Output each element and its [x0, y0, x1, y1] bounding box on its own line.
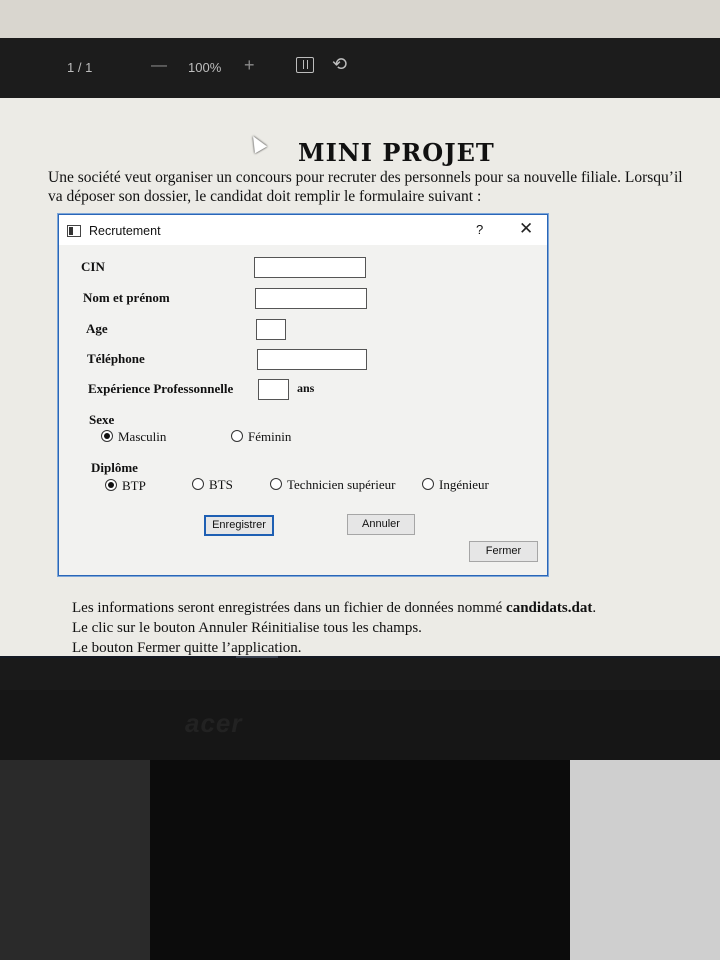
cin-label: CIN	[81, 259, 105, 274]
radio-bts[interactable]: BTS	[192, 477, 233, 493]
monitor-stand	[150, 760, 570, 960]
radio-btp[interactable]: BTP	[105, 478, 146, 494]
dialog-title: Recrutement	[89, 224, 161, 238]
age-label: Age	[86, 321, 108, 336]
radio-unselected-icon	[192, 478, 204, 490]
radio-technicien-label: Technicien supérieur	[287, 477, 396, 492]
active-app-highlight	[236, 656, 278, 658]
experience-field[interactable]	[258, 379, 289, 400]
outro-line-1-suffix: .	[592, 600, 597, 616]
rotate-icon[interactable]: ⟲	[332, 54, 347, 75]
radio-feminin-label: Féminin	[248, 429, 292, 444]
help-button[interactable]: ?	[476, 222, 483, 237]
windows-taskbar: Th ︿ ◁)	[0, 656, 720, 658]
radio-bts-label: BTS	[209, 477, 233, 492]
monitor-screen: 1 / 1 — 100% + ⟲ MINI PROJET Une société…	[0, 38, 720, 658]
mouse-pointer-icon	[246, 132, 268, 154]
background-wall	[0, 0, 720, 40]
radio-ingenieur[interactable]: Ingénieur	[422, 477, 489, 493]
document-outro: Les informations seront enregistrées dan…	[72, 598, 692, 658]
zoom-out-button[interactable]: —	[151, 57, 167, 75]
radio-unselected-icon	[231, 430, 243, 442]
radio-unselected-icon	[422, 478, 434, 490]
radio-selected-icon	[105, 479, 117, 491]
zoom-in-button[interactable]: +	[244, 55, 255, 76]
radio-ingenieur-label: Ingénieur	[439, 477, 489, 492]
diplome-label: Diplôme	[91, 460, 138, 475]
radio-btp-label: BTP	[122, 478, 146, 493]
sexe-label: Sexe	[89, 412, 115, 427]
fermer-button[interactable]: Fermer	[469, 541, 538, 562]
radio-technicien[interactable]: Technicien supérieur	[270, 477, 395, 493]
radio-unselected-icon	[270, 478, 282, 490]
experience-unit: ans	[297, 381, 315, 395]
pdf-toolbar: 1 / 1 — 100% + ⟲	[0, 38, 720, 98]
outro-line-1-prefix: Les informations seront enregistrées dan…	[72, 600, 507, 616]
fit-page-icon[interactable]	[296, 57, 314, 73]
outro-line-3: Le bouton Fermer quitte l’application.	[72, 640, 302, 656]
outro-line-2: Le clic sur le bouton Annuler Réinitiali…	[72, 620, 422, 636]
radio-feminin[interactable]: Féminin	[231, 429, 291, 445]
nom-prenom-label: Nom et prénom	[83, 290, 170, 305]
filename: candidats.dat	[506, 600, 593, 616]
radio-selected-icon	[101, 430, 113, 442]
monitor-logo: acer	[185, 708, 243, 738]
page-indicator: 1 / 1	[67, 60, 93, 75]
desk-right	[570, 760, 720, 960]
enregistrer-button[interactable]: Enregistrer	[204, 515, 274, 536]
telephone-field[interactable]	[257, 349, 367, 370]
document-intro: Une société veut organiser un concours p…	[48, 169, 683, 205]
dialog-titlebar: Recrutement ? ✕	[59, 215, 547, 245]
window-icon	[67, 225, 81, 237]
monitor-bezel	[0, 690, 720, 760]
radio-masculin-label: Masculin	[118, 429, 167, 444]
desk-left	[0, 760, 150, 960]
experience-label: Expérience Professonnelle	[88, 381, 234, 396]
outro-line-1: Les informations seront enregistrées dan…	[72, 598, 692, 618]
close-icon[interactable]: ✕	[519, 219, 533, 239]
annuler-button[interactable]: Annuler	[347, 514, 415, 535]
document-title: MINI PROJET	[298, 138, 495, 167]
age-field[interactable]	[256, 319, 286, 340]
cin-field[interactable]	[254, 257, 366, 278]
recrutement-dialog: Recrutement ? ✕ CIN Nom et prénom Age Té…	[58, 214, 548, 576]
radio-masculin[interactable]: Masculin	[101, 429, 166, 445]
nom-prenom-field[interactable]	[255, 288, 367, 309]
zoom-level: 100%	[188, 60, 222, 75]
telephone-label: Téléphone	[87, 351, 145, 366]
